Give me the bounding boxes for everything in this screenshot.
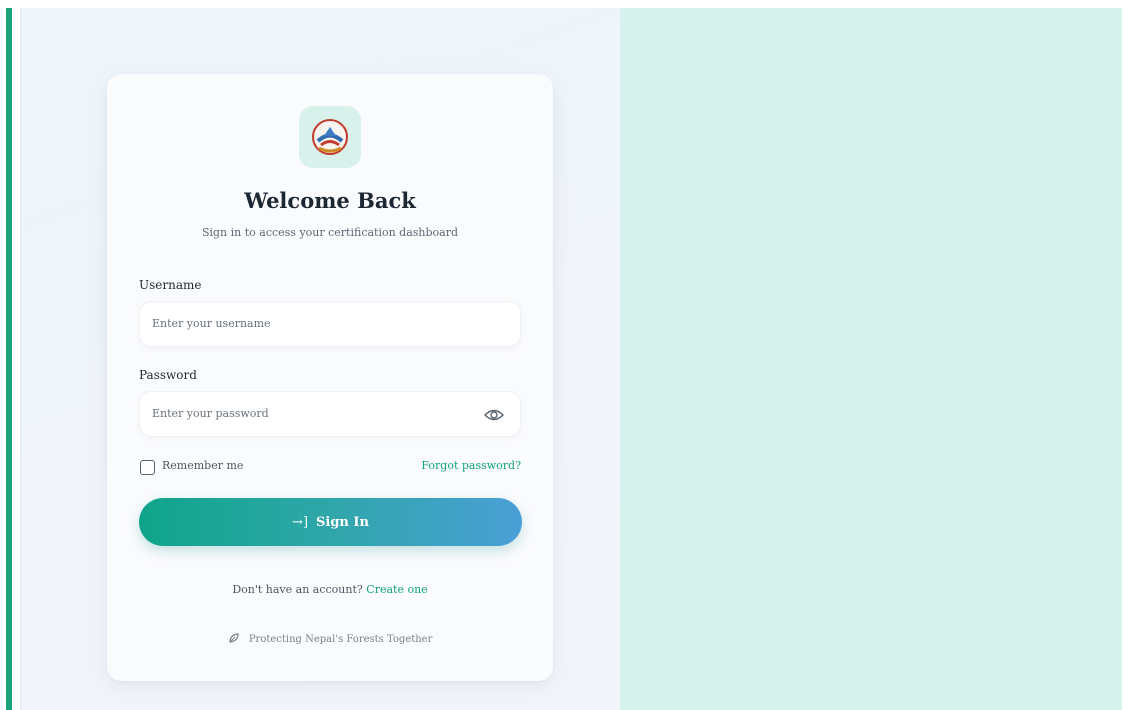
- password-label: Password: [139, 368, 197, 382]
- username-placeholder: Enter your username: [152, 317, 271, 330]
- eye-icon[interactable]: [484, 407, 504, 423]
- create-account-link[interactable]: Create one: [366, 583, 427, 596]
- right-pane: [620, 8, 1122, 710]
- username-input[interactable]: Enter your username: [139, 301, 521, 347]
- page-subtitle: Sign in to access your certification das…: [201, 226, 459, 239]
- login-arrow-icon: →]: [292, 514, 309, 530]
- footer-text: Protecting Nepal's Forests Together: [248, 634, 433, 645]
- sign-in-label: Sign In: [316, 514, 369, 530]
- forgot-password-link[interactable]: Forgot password?: [421, 459, 521, 472]
- page-title: Welcome Back: [244, 188, 416, 213]
- footer: Protecting Nepal's Forests Together: [107, 632, 553, 645]
- page: Welcome Back Sign in to access your cert…: [0, 0, 1136, 710]
- no-account-text: Don't have an account?: [232, 583, 363, 596]
- remember-checkbox[interactable]: [140, 460, 155, 475]
- password-input[interactable]: Enter your password: [139, 391, 521, 437]
- accent-bar: [6, 8, 12, 710]
- sign-in-button[interactable]: →] Sign In: [139, 498, 522, 546]
- logo-container: [299, 106, 361, 168]
- leaf-icon: [229, 633, 239, 643]
- password-placeholder: Enter your password: [152, 407, 269, 420]
- login-card: Welcome Back Sign in to access your cert…: [107, 74, 553, 681]
- signup-prompt: Don't have an account? Create one: [107, 583, 553, 596]
- remember-label[interactable]: Remember me: [162, 459, 243, 472]
- username-label: Username: [139, 278, 202, 292]
- nepal-emblem-icon: [312, 119, 348, 155]
